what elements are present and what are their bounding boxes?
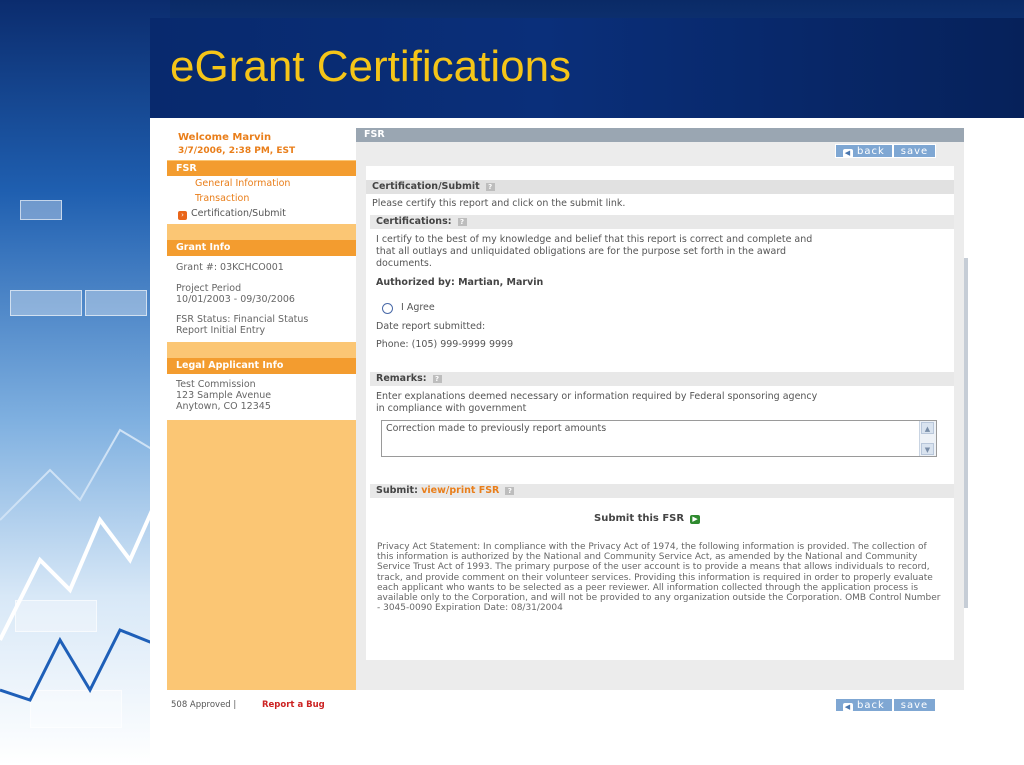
submit-title: Submit:: [376, 485, 418, 496]
fsr-status-line2: Report Initial Entry: [176, 325, 266, 336]
cert-text-line2: that all outlays and unliquidated obliga…: [376, 246, 787, 257]
phone-text: Phone: (105) 999-9999 9999: [376, 339, 514, 350]
session-datetime: 3/7/2006, 2:38 PM, EST: [178, 146, 296, 156]
certifications-header: Certifications:?: [370, 215, 954, 229]
certifications-title: Certifications:: [376, 216, 452, 227]
fsr-section-header: FSR: [167, 161, 356, 176]
save-button-bottom[interactable]: save: [892, 698, 937, 712]
remarks-textarea[interactable]: Correction made to previously report amo…: [381, 420, 937, 457]
textarea-scrollbar[interactable]: ▲ ▼: [919, 421, 936, 456]
remarks-title: Remarks:: [376, 373, 427, 384]
cert-text-line3: documents.: [376, 258, 432, 269]
grant-number: Grant #: 03KCHCO001: [176, 262, 284, 273]
grant-info-block: Grant #: 03KCHCO001 Project Period 10/01…: [167, 256, 356, 342]
back-arrow-icon: ◀: [843, 703, 853, 712]
back-arrow-icon: ◀: [843, 149, 853, 158]
egrant-app-window: Welcome Marvin 3/7/2006, 2:38 PM, EST FS…: [167, 128, 968, 734]
legal-applicant-header: Legal Applicant Info: [167, 358, 356, 374]
main-panel: FSR ◀ back save Certification/Submit? Ple…: [356, 128, 964, 690]
section-header: Certification/Submit?: [366, 180, 954, 194]
cert-text-line1: I certify to the best of my knowledge an…: [376, 234, 813, 245]
back-button-bottom[interactable]: ◀ back: [835, 698, 893, 712]
agree-radio[interactable]: [382, 303, 393, 314]
remarks-text-line2: in compliance with government: [376, 403, 527, 414]
remarks-header: Remarks:?: [370, 372, 954, 386]
report-bug-link[interactable]: Report a Bug: [262, 700, 325, 710]
agree-label: I Agree: [401, 302, 435, 313]
go-arrow-icon: ▶: [690, 515, 701, 524]
main-content: Certification/Submit? Please certify thi…: [366, 166, 954, 660]
main-topbar: FSR: [356, 128, 964, 142]
help-icon[interactable]: ?: [505, 487, 515, 495]
legal-name: Test Commission: [176, 379, 256, 390]
authorized-by: Authorized by: Martian, Marvin: [376, 277, 544, 288]
fsr-nav: General Information Transaction › Certifi…: [167, 176, 356, 224]
footer: 508 Approved | Report a Bug ◀ back save: [167, 698, 964, 714]
bottom-button-group: ◀ back save: [835, 698, 937, 712]
help-icon[interactable]: ?: [485, 183, 495, 191]
back-button-top[interactable]: ◀ back: [835, 144, 893, 158]
approved-508-text: 508 Approved |: [171, 700, 237, 710]
decorative-graphic: [0, 0, 170, 765]
view-print-fsr-link[interactable]: view/print FSR: [421, 485, 499, 496]
welcome-block: Welcome Marvin 3/7/2006, 2:38 PM, EST: [167, 128, 356, 160]
privacy-statement: Privacy Act Statement: In compliance wit…: [377, 542, 941, 614]
section-title: Certification/Submit: [372, 181, 480, 192]
scroll-up-icon[interactable]: ▲: [921, 422, 934, 434]
remarks-value: Correction made to previously report amo…: [386, 423, 607, 434]
legal-applicant-block: Test Commission 123 Sample Avenue Anytow…: [167, 374, 356, 420]
submit-header: Submit: view/print FSR?: [370, 484, 954, 498]
help-icon[interactable]: ?: [432, 375, 442, 383]
legal-city: Anytown, CO 12345: [176, 401, 271, 412]
scroll-down-icon[interactable]: ▼: [921, 443, 934, 455]
slide-title: eGrant Certifications: [170, 42, 572, 91]
project-period-value: 10/01/2003 - 09/30/2006: [176, 294, 295, 305]
fsr-status-line1: FSR Status: Financial Status: [176, 314, 309, 325]
project-period-label: Project Period: [176, 283, 242, 294]
top-button-group: ◀ back save: [835, 144, 937, 158]
remarks-text-line1: Enter explanations deemed necessary or i…: [376, 391, 818, 402]
save-button-top[interactable]: save: [892, 144, 937, 158]
help-icon[interactable]: ?: [457, 218, 467, 226]
nav-certification-label: Certification/Submit: [191, 208, 286, 219]
sidebar: Welcome Marvin 3/7/2006, 2:38 PM, EST FS…: [167, 128, 356, 690]
nav-transaction[interactable]: Transaction: [195, 193, 249, 204]
date-submitted-label: Date report submitted:: [376, 321, 486, 332]
nav-certification-submit[interactable]: › Certification/Submit: [178, 208, 286, 220]
legal-address: 123 Sample Avenue: [176, 390, 272, 401]
submit-fsr-button[interactable]: Submit this FSR ▶: [594, 513, 701, 524]
main-scrollbar[interactable]: [964, 258, 968, 608]
welcome-text: Welcome Marvin: [178, 132, 272, 143]
instruction-text: Please certify this report and click on …: [372, 198, 626, 209]
current-step-icon: ›: [178, 211, 187, 220]
grant-info-header: Grant Info: [167, 240, 356, 256]
nav-general-information[interactable]: General Information: [195, 178, 290, 189]
